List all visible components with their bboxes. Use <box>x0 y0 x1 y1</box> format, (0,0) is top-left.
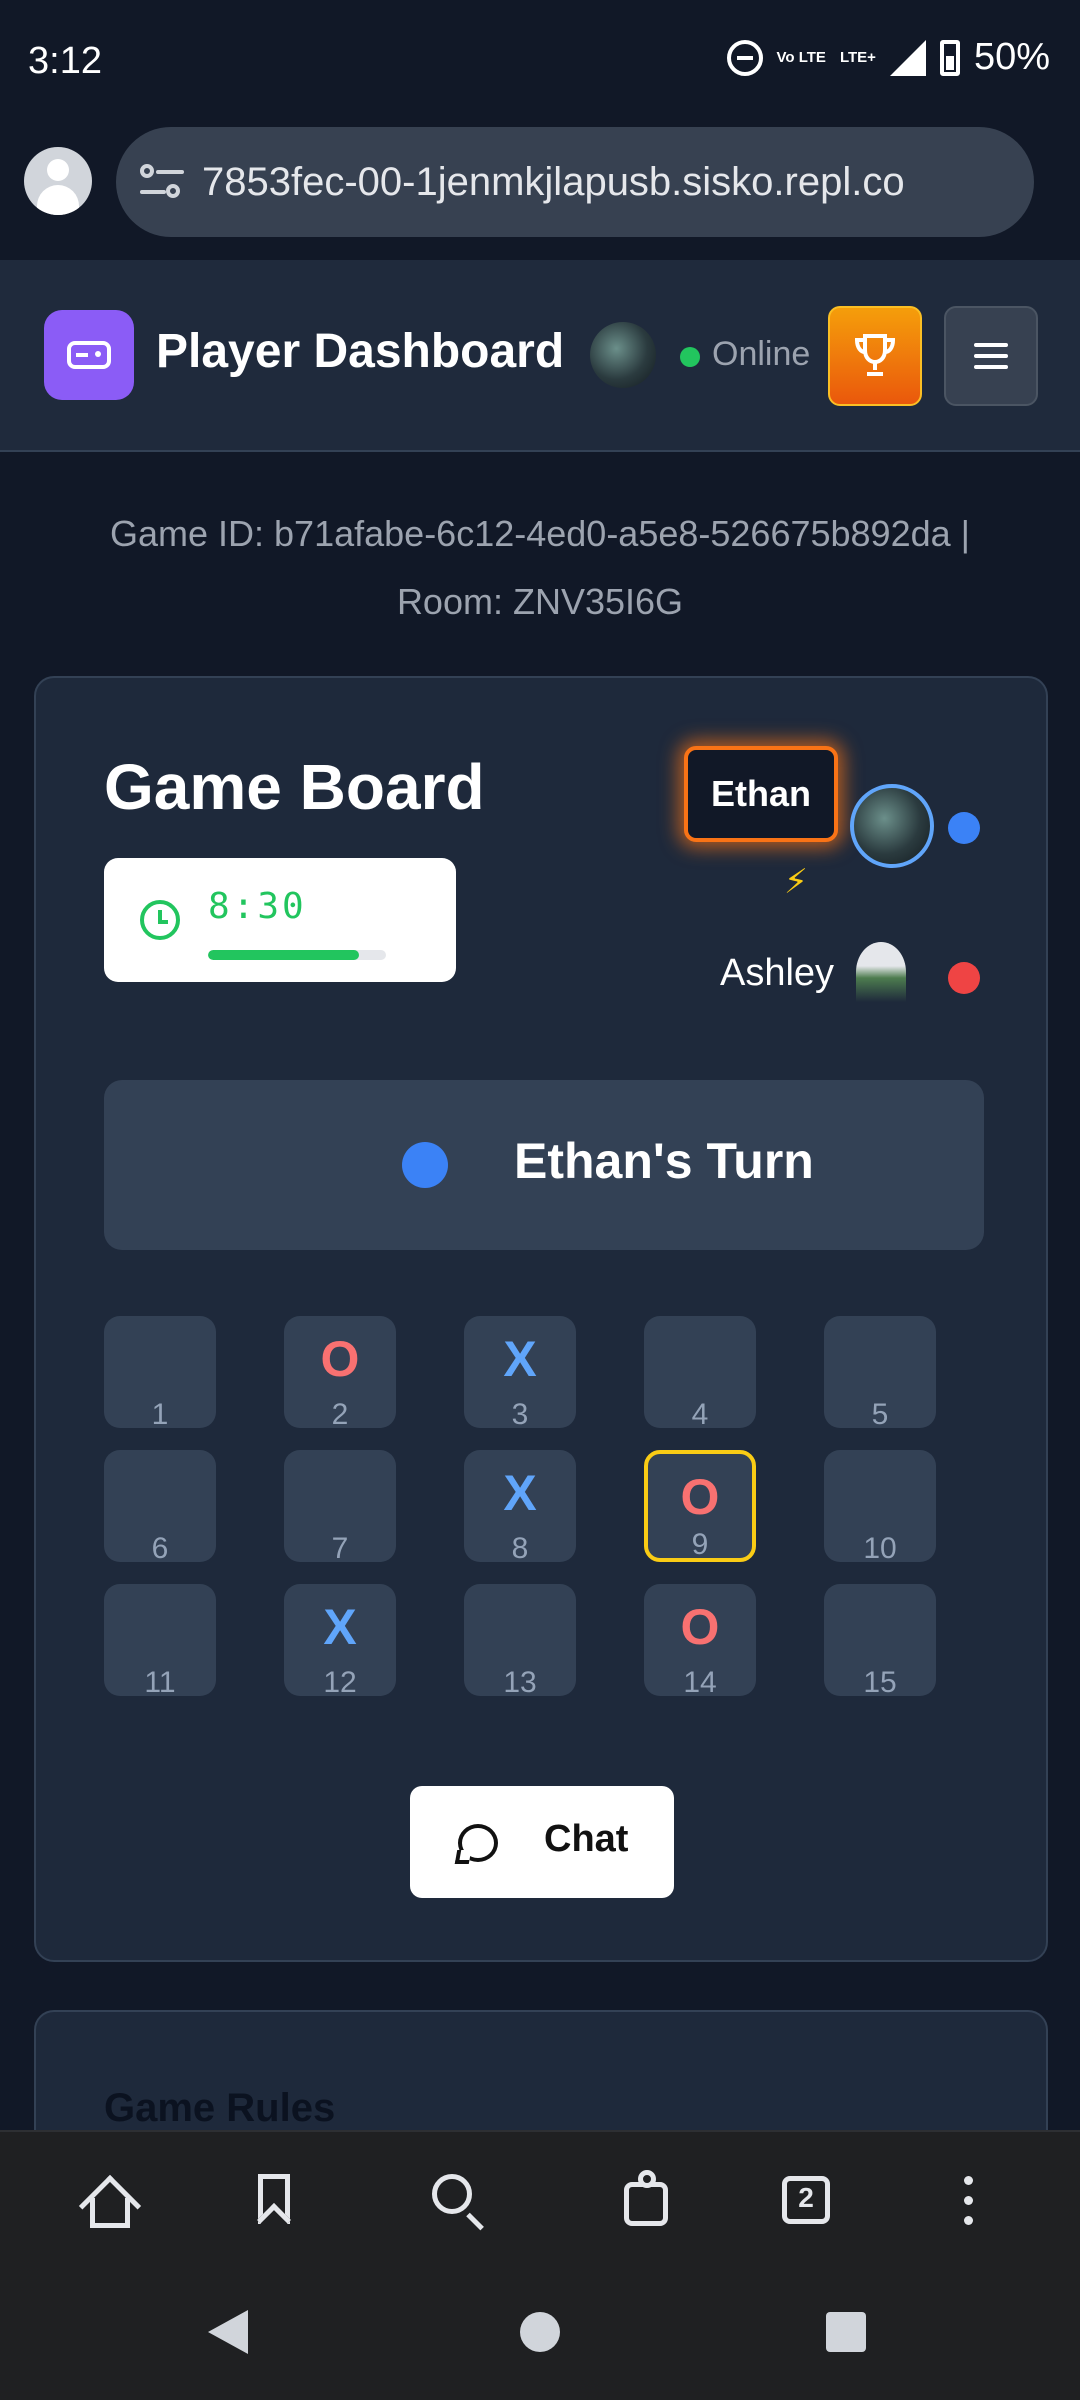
tab-count: 2 <box>798 2182 814 2213</box>
home-icon[interactable] <box>78 2170 142 2238</box>
turn-indicator: Ethan's Turn <box>104 1080 984 1250</box>
board-cell[interactable]: 1 <box>104 1316 216 1431</box>
board-cell[interactable]: 6 <box>104 1450 216 1565</box>
system-nav-bar <box>0 2266 1080 2400</box>
user-avatar[interactable] <box>590 322 656 388</box>
home-nav-icon[interactable] <box>520 2312 560 2352</box>
board-cell[interactable]: 5 <box>824 1316 936 1431</box>
cell-mark: X <box>323 1599 357 1655</box>
active-turn-bolt-icon: ⚡ <box>784 863 808 901</box>
board-cell[interactable]: X3 <box>464 1316 576 1431</box>
cell-number: 13 <box>503 1666 537 1699</box>
player-ethan-color-dot <box>948 812 980 844</box>
status-bar: 3:12 Vo LTE LTE+ 50% <box>0 0 1080 125</box>
cell-number: 7 <box>331 1532 349 1565</box>
game-info: Game ID: b71afabe-6c12-4ed0-a5e8-526675b… <box>40 500 1040 636</box>
profile-avatar-icon[interactable] <box>24 147 92 215</box>
board-cell[interactable]: 13 <box>464 1584 576 1699</box>
cell-number: 2 <box>331 1398 349 1431</box>
gamepad-logo-icon <box>44 310 134 400</box>
board-cell[interactable]: O 14 <box>644 1584 756 1699</box>
site-settings-icon[interactable] <box>140 164 184 200</box>
board-title: Game Board <box>104 751 485 823</box>
player-ashley-color-dot <box>948 962 980 994</box>
cell-mark: X <box>503 1465 537 1521</box>
cell-mark: X <box>503 1331 537 1387</box>
turn-text: Ethan's Turn <box>514 1133 814 1189</box>
cell-mark: O <box>320 1331 360 1387</box>
battery-percent: 50% <box>973 36 1050 78</box>
cell-number: 12 <box>323 1666 357 1699</box>
cell-number: 4 <box>691 1398 709 1431</box>
room-code-text: Room: ZNV35I6G <box>396 581 684 622</box>
menu-button[interactable] <box>944 306 1038 406</box>
hamburger-icon <box>974 343 1008 369</box>
back-nav-icon[interactable] <box>208 2310 248 2354</box>
battery-icon <box>939 39 960 76</box>
cell-mark: O <box>680 1599 720 1655</box>
player-ashley-avatar <box>856 942 906 1002</box>
cell-number: 11 <box>144 1666 176 1699</box>
signal-icon <box>889 39 926 76</box>
game-board-card: Game Board 8:30 Ethan ⚡ Ashley Ethan's T… <box>34 676 1048 1962</box>
volte-icon: Vo LTE <box>776 49 826 66</box>
online-status-text: Online <box>712 335 811 373</box>
leaderboard-button[interactable] <box>828 306 922 406</box>
chat-button-label: Chat <box>544 1818 629 1860</box>
rules-title: Game Rules <box>104 2086 336 2130</box>
cell-number: 9 <box>691 1528 709 1561</box>
app-title: Player Dashboard <box>156 325 565 378</box>
timer-progress-bar <box>208 950 386 960</box>
recents-nav-icon[interactable] <box>826 2312 866 2352</box>
do-not-disturb-icon <box>726 39 763 76</box>
cell-number: 10 <box>863 1532 897 1565</box>
address-bar[interactable]: 7853fec-00-1jenmkjlapusb.sisko.repl.co <box>116 127 1034 237</box>
cell-number: 1 <box>151 1398 169 1431</box>
board-cell[interactable]: X 12 <box>284 1584 396 1699</box>
chat-button[interactable]: Chat <box>410 1786 674 1898</box>
tabs-icon[interactable]: 2 <box>776 2170 836 2230</box>
browser-url-row: 7853fec-00-1jenmkjlapusb.sisko.repl.co <box>0 125 1080 260</box>
player-ashley-name: Ashley <box>720 952 835 994</box>
trophy-icon <box>854 334 896 376</box>
board-cell[interactable]: O9 <box>644 1450 756 1562</box>
cell-number: 8 <box>511 1532 529 1565</box>
clock-icon <box>140 900 180 940</box>
cell-number: 3 <box>511 1398 529 1431</box>
timer-text: 8:30 <box>208 886 307 927</box>
chat-bubble-icon <box>458 1824 498 1862</box>
board-cell[interactable]: 7 <box>284 1450 396 1565</box>
board-cell[interactable]: X8 <box>464 1450 576 1565</box>
cell-number: 5 <box>871 1398 889 1431</box>
player-ethan-avatar <box>850 784 934 868</box>
game-id-text: Game ID: b71afabe-6c12-4ed0-a5e8-526675b… <box>110 513 970 554</box>
board-cell[interactable]: 11 <box>104 1584 216 1699</box>
online-status-dot <box>680 347 700 367</box>
cell-number: 14 <box>683 1666 717 1699</box>
turn-timer: 8:30 <box>104 858 456 982</box>
browser-toolbar: 2 <box>0 2130 1080 2266</box>
lte-icon: LTE+ <box>839 49 876 66</box>
search-icon[interactable] <box>428 2170 488 2231</box>
bookmark-icon[interactable] <box>244 2170 304 2237</box>
cell-mark: O <box>680 1469 720 1525</box>
timer-progress-fill <box>208 950 360 960</box>
turn-color-dot <box>402 1142 448 1188</box>
board-cell[interactable]: O2 <box>284 1316 396 1431</box>
cell-number: 6 <box>151 1532 169 1565</box>
url-text[interactable]: 7853fec-00-1jenmkjlapusb.sisko.repl.co <box>202 160 905 205</box>
extensions-icon[interactable] <box>616 2170 676 2230</box>
cell-number: 15 <box>863 1666 897 1699</box>
app-header: Player Dashboard Online <box>0 260 1080 452</box>
player-ethan-name: Ethan <box>684 746 838 842</box>
board-cell[interactable]: 15 <box>824 1584 936 1699</box>
status-time: 3:12 <box>28 40 102 82</box>
board-cell[interactable]: 4 <box>644 1316 756 1431</box>
board-cell[interactable]: 10 <box>824 1450 936 1565</box>
more-options-icon[interactable] <box>938 2170 998 2230</box>
status-icons: Vo LTE LTE+ 50% <box>726 36 1050 79</box>
